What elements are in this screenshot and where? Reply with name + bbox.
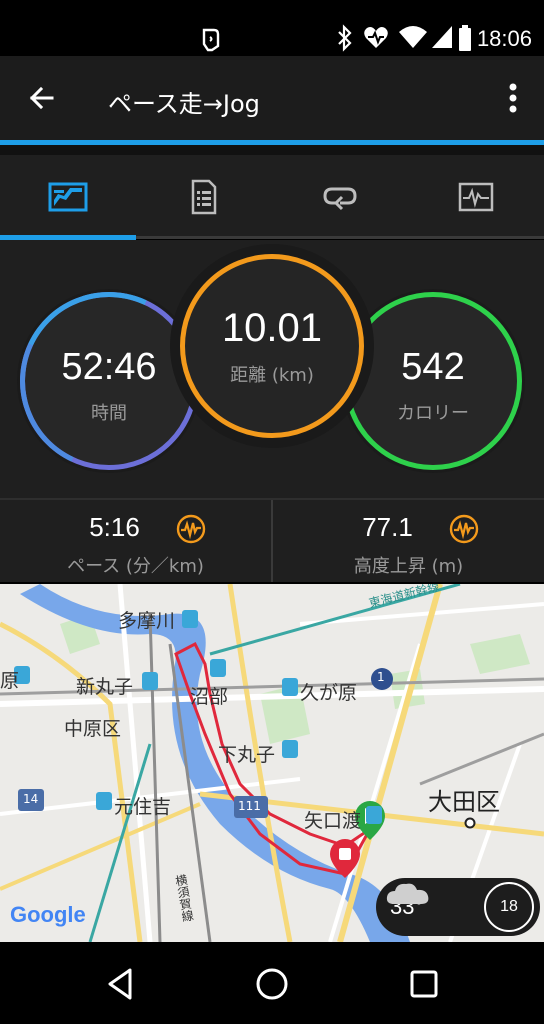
distance-ring: 10.01 距離 (km) bbox=[180, 254, 364, 438]
road-shield-111: 111 bbox=[238, 799, 261, 813]
weather-badge[interactable]: 33° 18 bbox=[376, 878, 540, 936]
cloud-icon bbox=[386, 883, 429, 904]
map-label-shimomaruko: 下丸子 bbox=[218, 744, 276, 766]
nfc-icon bbox=[202, 28, 220, 52]
clock: 18:06 bbox=[476, 26, 532, 51]
signal-icon bbox=[432, 26, 452, 48]
document-icon bbox=[191, 179, 217, 215]
tab-details[interactable] bbox=[136, 155, 272, 239]
elevation-stat: 77.1 高度上昇 (m) bbox=[271, 500, 544, 582]
map-label-motosumiyoshi: 元住吉 bbox=[114, 796, 172, 818]
road-shield-14: 14 bbox=[23, 792, 39, 806]
wifi-icon bbox=[399, 26, 427, 48]
tab-charts[interactable] bbox=[408, 155, 544, 239]
spacer bbox=[0, 145, 544, 155]
calories-ring: 542 カロリー bbox=[344, 292, 522, 470]
nav-home-icon[interactable] bbox=[254, 966, 290, 1002]
map-label-numabe: 沼部 bbox=[190, 686, 229, 708]
loop-icon bbox=[323, 187, 357, 211]
map-label-ota: 大田区 bbox=[428, 788, 500, 816]
wind-indicator: 18 bbox=[484, 882, 534, 932]
google-attribution: Google bbox=[10, 902, 86, 927]
tab-laps[interactable] bbox=[272, 155, 408, 239]
elevation-value: 77.1 bbox=[362, 512, 413, 542]
google-logo: Google bbox=[10, 902, 86, 928]
more-vert-icon[interactable] bbox=[508, 82, 518, 114]
overview-icon bbox=[48, 182, 88, 212]
tab-overview[interactable] bbox=[0, 155, 136, 239]
heart-rate-icon bbox=[364, 27, 388, 48]
route-map[interactable]: 多摩川 原 新丸子 沼部 久が原 中原区 下丸子 元住吉 矢口渡 大田区 東海道… bbox=[0, 584, 544, 942]
wind-speed: 18 bbox=[500, 898, 518, 915]
map-label-shinmaruko: 新丸子 bbox=[76, 676, 134, 698]
elevation-label: 高度上昇 (m) bbox=[353, 556, 464, 577]
battery-icon bbox=[459, 25, 471, 51]
bluetooth-icon bbox=[338, 24, 352, 52]
pulse-icon bbox=[449, 514, 479, 544]
pace-value: 5:16 bbox=[89, 512, 140, 542]
pace-stat: 5:16 ペース (分／km) bbox=[0, 500, 271, 582]
map-label-tamagawa: 多摩川 bbox=[118, 610, 176, 632]
map-label-kugahara: 久が原 bbox=[300, 682, 358, 704]
sub-stats: 5:16 ペース (分／km) 77.1 高度上昇 (m) bbox=[0, 498, 544, 582]
page-title: ペース走→Jog bbox=[108, 90, 260, 118]
road-shield-1: 1 bbox=[377, 670, 385, 684]
map-label-ra: 原 bbox=[0, 670, 20, 692]
activity-chart-icon bbox=[458, 182, 494, 212]
calories-value: 542 bbox=[401, 345, 465, 388]
pace-label: ペース (分／km) bbox=[67, 556, 204, 577]
distance-value: 10.01 bbox=[221, 305, 323, 350]
status-bar: 18:06 bbox=[0, 0, 544, 56]
tab-bar bbox=[0, 155, 544, 239]
pulse-icon bbox=[176, 514, 206, 544]
time-label: 時間 bbox=[91, 402, 127, 424]
nav-recents-icon[interactable] bbox=[406, 966, 442, 1002]
app-bar: ペース走→Jog bbox=[0, 56, 544, 140]
nav-back-icon[interactable] bbox=[102, 966, 138, 1002]
stats-panel: 52:46 時間 542 カロリー 10.01 距離 (km) bbox=[0, 240, 544, 498]
arrow-left-icon[interactable] bbox=[26, 82, 58, 114]
calories-label: カロリー bbox=[397, 402, 469, 424]
map-label-yaguchi: 矢口渡 bbox=[304, 810, 362, 832]
map-label-nakahara: 中原区 bbox=[64, 718, 122, 740]
system-nav-bar bbox=[0, 942, 544, 1024]
time-value: 52:46 bbox=[61, 345, 157, 388]
distance-label: 距離 (km) bbox=[230, 364, 314, 386]
time-ring: 52:46 時間 bbox=[20, 292, 198, 470]
